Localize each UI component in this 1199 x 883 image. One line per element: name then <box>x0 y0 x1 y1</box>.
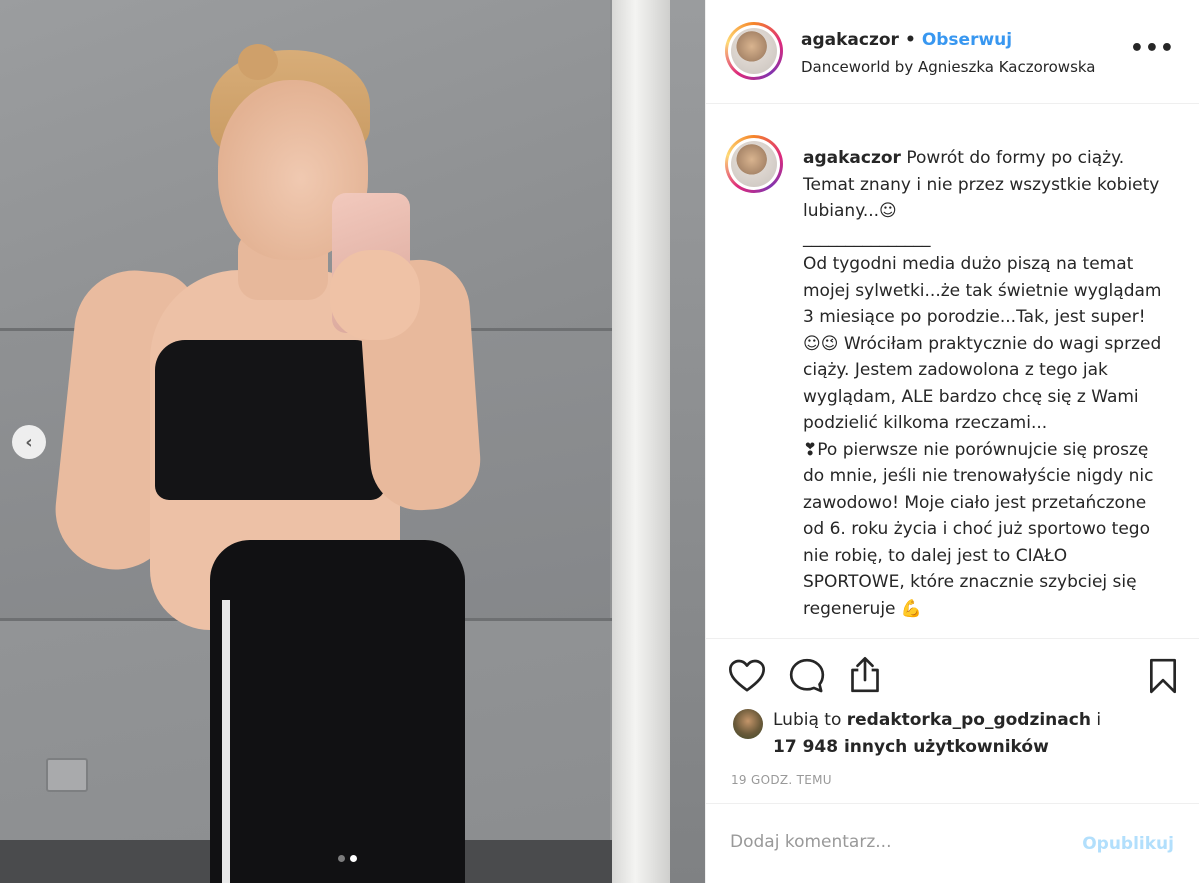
caption: agakaczor Powrót do formy po ciąży. Tema… <box>803 145 1168 622</box>
separator: • <box>904 30 916 50</box>
header-user-line: agakaczor • Obserwuj <box>801 30 1012 50</box>
comment-icon[interactable] <box>787 656 827 696</box>
wall-right <box>670 0 705 883</box>
comments-area[interactable]: agakaczor Powrót do formy po ciąży. Tema… <box>706 105 1199 638</box>
carousel-dot-active <box>350 855 357 862</box>
post-actions: Lubią to redaktorka_po_godzinach i 17 94… <box>706 638 1199 803</box>
username-link[interactable]: agakaczor <box>801 30 899 50</box>
carousel-dot <box>338 855 345 862</box>
figure-hair-bun <box>238 44 278 80</box>
likes-text: Lubią to redaktorka_po_godzinach i 17 94… <box>773 707 1101 761</box>
post-photo[interactable]: ‹ <box>0 0 705 883</box>
more-horizontal-icon[interactable]: ••• <box>1130 36 1175 61</box>
avatar[interactable] <box>725 135 783 193</box>
likes-prefix: Lubią to <box>773 710 847 730</box>
figure-pants <box>210 540 465 883</box>
likes-summary: Lubią to redaktorka_po_godzinach i 17 94… <box>733 707 1101 761</box>
post-header: agakaczor • Obserwuj Danceworld by Agnie… <box>706 0 1199 104</box>
mirror-frame <box>612 0 670 883</box>
figure-crop-top <box>155 340 385 500</box>
avatar[interactable] <box>725 22 783 80</box>
caption-username[interactable]: agakaczor <box>803 148 901 168</box>
avatar-image <box>731 141 777 187</box>
caption-text: Powrót do formy po ciąży. Temat znany i … <box>803 148 1162 619</box>
publish-button[interactable]: Opublikuj <box>1082 834 1174 854</box>
likes-middle: i <box>1090 710 1102 730</box>
likes-count-link[interactable]: 17 948 innych użytkowników <box>773 737 1049 757</box>
pants-stripe <box>222 600 230 883</box>
post-side-panel: agakaczor • Obserwuj Danceworld by Agnie… <box>705 0 1199 883</box>
share-icon[interactable] <box>845 655 885 695</box>
heart-icon[interactable] <box>727 656 767 696</box>
figure-hand <box>330 250 420 340</box>
carousel-dots <box>338 855 357 862</box>
liker-avatar[interactable] <box>733 709 763 739</box>
follow-button[interactable]: Obserwuj <box>922 30 1012 50</box>
comment-input[interactable] <box>730 832 1070 852</box>
post-timestamp[interactable]: 19 GODZ. TEMU <box>731 773 832 787</box>
wall-outlet <box>46 758 88 792</box>
chevron-left-icon[interactable]: ‹ <box>12 425 46 459</box>
bookmark-icon[interactable] <box>1143 656 1183 696</box>
add-comment-bar: Opublikuj <box>706 803 1199 883</box>
location-link[interactable]: Danceworld by Agnieszka Kaczorowska <box>801 58 1096 76</box>
liker-username-link[interactable]: redaktorka_po_godzinach <box>847 710 1091 730</box>
avatar-image <box>731 28 777 74</box>
